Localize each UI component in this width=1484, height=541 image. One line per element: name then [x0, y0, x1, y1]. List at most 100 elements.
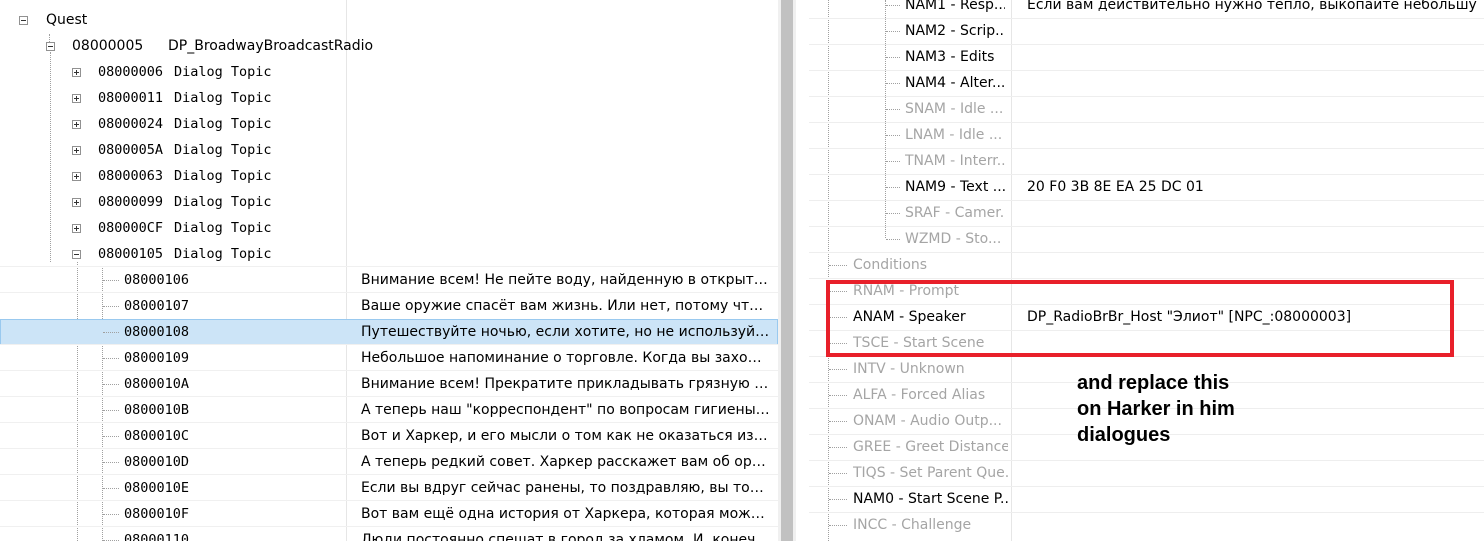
- record-tree-pane: Quest 08000005 DP_BroadwayBroadcastRadio…: [0, 0, 778, 541]
- topic-id: 080000CF: [98, 220, 164, 236]
- tree-node-topic[interactable]: 080000CF Dialog Topic: [0, 215, 778, 241]
- info-id: 08000110: [124, 532, 190, 541]
- field-name: WZMD - Sto...: [905, 231, 1002, 247]
- topic-label: Dialog Topic: [174, 246, 272, 262]
- tree-node-info[interactable]: 08000109 Небольшое напоминание о торговл…: [0, 345, 778, 371]
- info-response-text: А теперь наш "корреспондент" по вопросам…: [361, 402, 771, 418]
- field-row[interactable]: Conditions: [809, 252, 1484, 278]
- tree-node-topic[interactable]: 08000099 Dialog Topic: [0, 189, 778, 215]
- field-row[interactable]: SNAM - Idle ...: [809, 96, 1484, 122]
- expand-icon[interactable]: [72, 94, 81, 103]
- field-row[interactable]: TNAM - Interr...: [809, 148, 1484, 174]
- tree-node-info[interactable]: 08000107 Ваше оружие спасёт вам жизнь. И…: [0, 293, 778, 319]
- collapse-icon[interactable]: [46, 42, 55, 51]
- record-editor-id: DP_BroadwayBroadcastRadio: [168, 38, 374, 54]
- tree-node-info[interactable]: 0800010E Если вы вдруг сейчас ранены, то…: [0, 475, 778, 501]
- tree-node-info[interactable]: 0800010D А теперь редкий совет. Харкер р…: [0, 449, 778, 475]
- field-name: TIQS - Set Parent Que...: [853, 465, 1008, 481]
- record-fields-pane: NAM1 - Resp... Если вам действительно ну…: [809, 0, 1484, 541]
- tree-node-topic[interactable]: 08000024 Dialog Topic: [0, 111, 778, 137]
- tree-node-quest[interactable]: Quest: [0, 7, 778, 33]
- field-name: NAM1 - Resp...: [905, 0, 1005, 13]
- tree-node-topic[interactable]: 08000063 Dialog Topic: [0, 163, 778, 189]
- field-name: NAM0 - Start Scene P...: [853, 491, 1008, 507]
- field-name: TNAM - Interr...: [905, 153, 1005, 169]
- field-name: ALFA - Forced Alias: [853, 387, 986, 403]
- tree-node-info[interactable]: 0800010F Вот вам ещё одна история от Хар…: [0, 501, 778, 527]
- info-id: 08000106: [124, 272, 190, 288]
- field-value[interactable]: 20 F0 3B 8E EA 25 DC 01: [1027, 174, 1477, 200]
- field-row[interactable]: LNAM - Idle ...: [809, 122, 1484, 148]
- info-id: 0800010D: [124, 454, 190, 470]
- info-response-text: Путешествуйте ночью, если хотите, но не …: [361, 324, 771, 340]
- topic-label: Dialog Topic: [174, 220, 272, 236]
- tree-node-topic[interactable]: 08000105 Dialog Topic: [0, 241, 778, 267]
- topic-label: Dialog Topic: [174, 168, 272, 184]
- info-response-text: Ваше оружие спасёт вам жизнь. Или нет, п…: [361, 298, 771, 314]
- info-id: 0800010A: [124, 376, 190, 392]
- field-row[interactable]: NAM4 - Alter...: [809, 70, 1484, 96]
- tree-node-info[interactable]: 0800010B А теперь наш "корреспондент" по…: [0, 397, 778, 423]
- topic-id: 08000006: [98, 64, 164, 80]
- field-name: LNAM - Idle ...: [905, 127, 1003, 143]
- field-name: ONAM - Audio Outp...: [853, 413, 1002, 429]
- scrollbar-thumb[interactable]: [781, 0, 793, 541]
- field-name: Conditions: [853, 257, 928, 273]
- expand-icon[interactable]: [72, 120, 81, 129]
- topic-id: 08000063: [98, 168, 164, 184]
- annotation-line: and replace this: [1077, 372, 1230, 394]
- topic-id: 08000024: [98, 116, 164, 132]
- vertical-scrollbar[interactable]: [778, 0, 796, 541]
- info-id: 0800010F: [124, 506, 190, 522]
- tree-node-info[interactable]: 0800010C Вот и Харкер, и его мысли о том…: [0, 423, 778, 449]
- tree-node-info[interactable]: 0800010A Внимание всем! Прекратите прикл…: [0, 371, 778, 397]
- info-response-text: Внимание всем! Не пейте воду, найденную …: [361, 272, 771, 288]
- topic-id: 08000105: [98, 246, 164, 262]
- tree-node-info-selected[interactable]: 08000108 Путешествуйте ночью, если хотит…: [0, 319, 778, 345]
- tree-node-quest-record[interactable]: 08000005 DP_BroadwayBroadcastRadio: [0, 33, 778, 59]
- pane-splitter[interactable]: [796, 0, 809, 541]
- tree-node-topic[interactable]: 0800005A Dialog Topic: [0, 137, 778, 163]
- tree-node-info[interactable]: 08000106 Внимание всем! Не пейте воду, н…: [0, 267, 778, 293]
- expand-icon[interactable]: [72, 198, 81, 207]
- field-row[interactable]: NAM1 - Resp... Если вам действительно ну…: [809, 0, 1484, 18]
- topic-label: Dialog Topic: [174, 194, 272, 210]
- tree-node-topic[interactable]: 08000011 Dialog Topic: [0, 85, 778, 111]
- tree-node-info[interactable]: 08000110 Люди постоянно спешат в город з…: [0, 527, 778, 541]
- field-name: SNAM - Idle ...: [905, 101, 1004, 117]
- collapse-icon[interactable]: [72, 250, 81, 259]
- topic-label: Dialog Topic: [174, 64, 272, 80]
- field-value[interactable]: Если вам действительно нужно тепло, выко…: [1027, 0, 1477, 18]
- field-row[interactable]: TIQS - Set Parent Que...: [809, 460, 1484, 486]
- field-row[interactable]: NAM3 - Edits: [809, 44, 1484, 70]
- info-response-text: Вот вам ещё одна история от Харкера, кот…: [361, 506, 771, 522]
- field-name: INTV - Unknown: [853, 361, 965, 377]
- field-name: INCC - Challenge: [853, 517, 972, 533]
- info-response-text: Вот и Харкер, и его мысли о том как не о…: [361, 428, 771, 444]
- expand-icon[interactable]: [72, 172, 81, 181]
- field-row[interactable]: NAM0 - Start Scene P...: [809, 486, 1484, 512]
- topic-label: Dialog Topic: [174, 142, 272, 158]
- info-response-text: Внимание всем! Прекратите прикладывать г…: [361, 376, 771, 392]
- annotation-highlight-box: [826, 280, 1454, 357]
- expand-icon[interactable]: [72, 224, 81, 233]
- field-name: NAM3 - Edits: [905, 49, 995, 65]
- expand-icon[interactable]: [72, 146, 81, 155]
- field-row[interactable]: WZMD - Sto...: [809, 226, 1484, 252]
- collapse-icon[interactable]: [19, 16, 28, 25]
- topic-id: 08000011: [98, 90, 164, 106]
- field-row[interactable]: SRAF - Camer...: [809, 200, 1484, 226]
- field-row[interactable]: NAM2 - Scrip...: [809, 18, 1484, 44]
- field-row[interactable]: INCC - Challenge: [809, 512, 1484, 538]
- tree-node-topic[interactable]: 08000006 Dialog Topic: [0, 59, 778, 85]
- annotation-line: dialogues: [1077, 424, 1171, 446]
- info-response-text: Если вы вдруг сейчас ранены, то поздравл…: [361, 480, 771, 496]
- field-row[interactable]: NAM9 - Text ... 20 F0 3B 8E EA 25 DC 01: [809, 174, 1484, 200]
- annotation-note: and replace this on Harker in him dialog…: [1077, 370, 1317, 448]
- field-name: NAM4 - Alter...: [905, 75, 1005, 91]
- info-id: 0800010B: [124, 402, 190, 418]
- expand-icon[interactable]: [72, 68, 81, 77]
- field-name: NAM9 - Text ...: [905, 179, 1005, 195]
- info-id: 08000107: [124, 298, 190, 314]
- topic-id: 08000099: [98, 194, 164, 210]
